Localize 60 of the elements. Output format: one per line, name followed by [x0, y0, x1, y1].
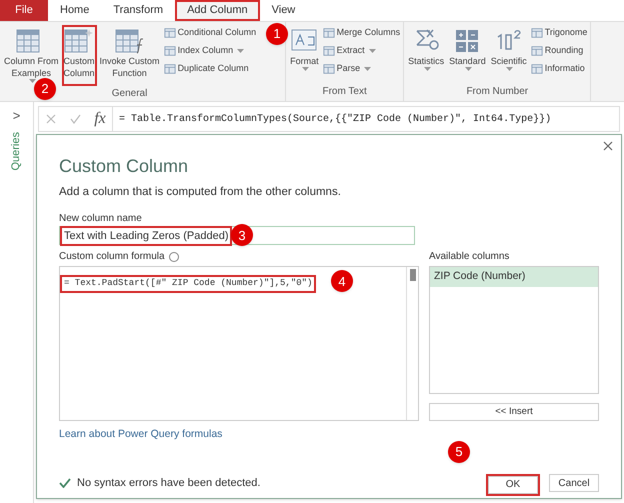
ribbon-button[interactable]: Statistics — [406, 25, 446, 84]
small-command-icon — [164, 45, 176, 57]
file-tab[interactable]: File — [0, 0, 48, 21]
learn-link[interactable]: Learn about Power Query formulas — [59, 427, 419, 443]
ribbon-button[interactable]: Trigonome — [530, 25, 588, 41]
queries-label: Queries — [9, 132, 24, 170]
column-list-item[interactable]: ZIP Code (Number) — [430, 267, 598, 287]
callout-number: 3 — [231, 224, 253, 246]
table-sparkle-icon — [64, 27, 94, 55]
dialog-description: Add a column that is computed from the other columns. — [59, 185, 342, 200]
insert-button[interactable]: << Insert — [429, 403, 599, 422]
field-label: Available columns — [429, 250, 510, 264]
formula-field[interactable]: = Table.TransformColumnTypes(Source,{{"ZIP Code (Number)", Int64.Type}}) — [112, 107, 619, 131]
group-label: From Number — [466, 85, 528, 99]
dialog-title: Custom Column — [59, 155, 190, 178]
small-command-icon — [164, 63, 176, 75]
ribbon-button[interactable]: Extract — [322, 43, 400, 59]
field-label: New column name — [59, 212, 143, 226]
small-command-icon — [530, 27, 543, 39]
ribbon-tab[interactable]: Add Column — [175, 0, 260, 21]
ribbon-tab[interactable]: View — [260, 0, 308, 21]
ribbon-button[interactable]: Merge Columns — [322, 25, 400, 41]
small-command-icon — [530, 63, 543, 75]
small-command-icon — [530, 45, 543, 57]
info-icon[interactable] — [168, 252, 179, 262]
table-function-icon — [114, 27, 145, 55]
small-command-icon — [322, 27, 335, 39]
field-label: Custom column formula — [59, 250, 165, 264]
cancel-button[interactable]: Cancel — [549, 474, 599, 492]
small-command-icon — [322, 63, 335, 75]
ribbon-button[interactable]: Custom Column — [62, 25, 97, 86]
ribbon-button[interactable]: Parse — [322, 61, 400, 77]
small-command-icon — [164, 27, 176, 39]
cancel-icon[interactable] — [46, 114, 56, 124]
ribbon-button[interactable]: Conditional Column — [164, 25, 256, 41]
ribbon-button[interactable]: Standard — [447, 25, 488, 84]
function-label[interactable]: fx — [88, 107, 112, 131]
column-name-value: Text with Leading Zeros (Padded) — [62, 228, 230, 244]
checkmark-icon — [59, 478, 71, 488]
ribbon-button[interactable]: Duplicate Column — [164, 61, 256, 77]
ribbon-button[interactable]: Scientific — [488, 25, 529, 84]
close-icon[interactable] — [603, 141, 613, 151]
status-message: No syntax errors have been detected. — [77, 476, 260, 491]
ribbon-tab[interactable]: Transform — [101, 0, 176, 21]
formula-code: = Text.PadStart([#" ZIP Code (Number)"],5,"0") — [62, 277, 314, 291]
ribbon-tab[interactable]: Home — [48, 0, 102, 21]
ribbon-button[interactable]: Invoke Custom Function — [98, 25, 162, 86]
ribbon-button[interactable]: Format — [288, 25, 321, 84]
expand-button[interactable]: > — [12, 106, 20, 126]
checkmark-icon[interactable] — [70, 114, 81, 124]
callout-number: 4 — [331, 270, 353, 292]
ribbon-button[interactable]: Informatio — [530, 61, 588, 77]
ribbon-button[interactable]: Rounding — [530, 43, 588, 59]
group-label: From Text — [322, 85, 367, 99]
callout-number: 5 — [448, 441, 470, 463]
ok-button[interactable]: OK — [488, 476, 538, 494]
small-command-icon — [322, 45, 335, 57]
scrollbar[interactable] — [406, 267, 418, 420]
ribbon-button[interactable]: Index Column — [164, 43, 256, 59]
group-label: General — [112, 87, 148, 101]
